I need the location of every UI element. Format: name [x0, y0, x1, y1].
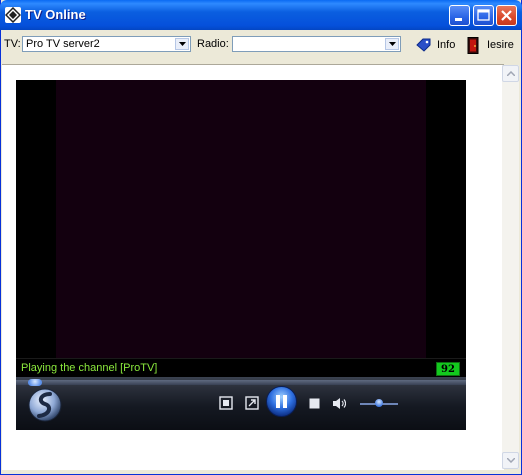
player-status-bar: Playing the channel [ProTV] 92 — [16, 358, 466, 378]
seek-bar[interactable] — [16, 380, 466, 385]
tv-online-icon — [5, 7, 21, 23]
seek-handle[interactable] — [28, 379, 42, 386]
buffer-indicator: 92 — [436, 362, 460, 376]
playing-status-text: Playing the channel [ProTV] — [21, 362, 158, 374]
chevron-up-icon — [507, 71, 515, 76]
tv-channel-select[interactable]: Pro TV server2 — [22, 36, 191, 52]
volume-handle[interactable] — [375, 399, 383, 407]
fullscreen-icon[interactable] — [245, 396, 259, 410]
stop-icon[interactable] — [309, 398, 320, 409]
chevron-down-icon — [179, 42, 186, 46]
maximize-button[interactable] — [473, 5, 494, 26]
video-display[interactable] — [56, 80, 426, 358]
title-bar[interactable]: TV Online — [0, 0, 522, 30]
scroll-down-button[interactable] — [502, 452, 519, 469]
exit-label: Iesire — [487, 39, 514, 51]
exit-door-icon — [467, 37, 479, 54]
maximize-icon — [477, 9, 490, 21]
switch-view-icon[interactable] — [219, 396, 233, 410]
window-title: TV Online — [25, 7, 86, 22]
exit-button[interactable]: Iesire — [467, 37, 515, 54]
volume-icon[interactable] — [332, 397, 346, 410]
info-tag-icon — [416, 38, 431, 52]
chevron-down-icon — [389, 42, 396, 46]
close-icon — [501, 10, 512, 21]
radio-dropdown-button[interactable] — [385, 38, 399, 50]
info-label: Info — [437, 39, 456, 51]
vertical-scrollbar[interactable] — [502, 65, 519, 469]
buffer-value: 92 — [441, 364, 455, 375]
pause-button[interactable] — [266, 386, 297, 417]
tv-dropdown-button[interactable] — [175, 38, 189, 50]
app-window: TV Online TV: Pro TV server2 Radio: Info — [0, 0, 522, 475]
tv-label: TV: — [4, 38, 21, 50]
tv-channel-value: Pro TV server2 — [26, 38, 100, 50]
radio-station-select[interactable] — [232, 36, 401, 52]
pause-icon — [276, 395, 280, 408]
chevron-down-icon — [507, 458, 515, 463]
minimize-button[interactable] — [449, 5, 470, 26]
minimize-icon — [455, 18, 462, 21]
close-button[interactable] — [496, 5, 517, 26]
player-logo-icon — [28, 388, 62, 422]
radio-label: Radio: — [197, 38, 229, 50]
player-controls — [16, 377, 466, 430]
scroll-up-button[interactable] — [502, 65, 519, 82]
info-button[interactable]: Info — [416, 37, 458, 53]
media-player[interactable]: Playing the channel [ProTV] 92 — [16, 80, 466, 430]
